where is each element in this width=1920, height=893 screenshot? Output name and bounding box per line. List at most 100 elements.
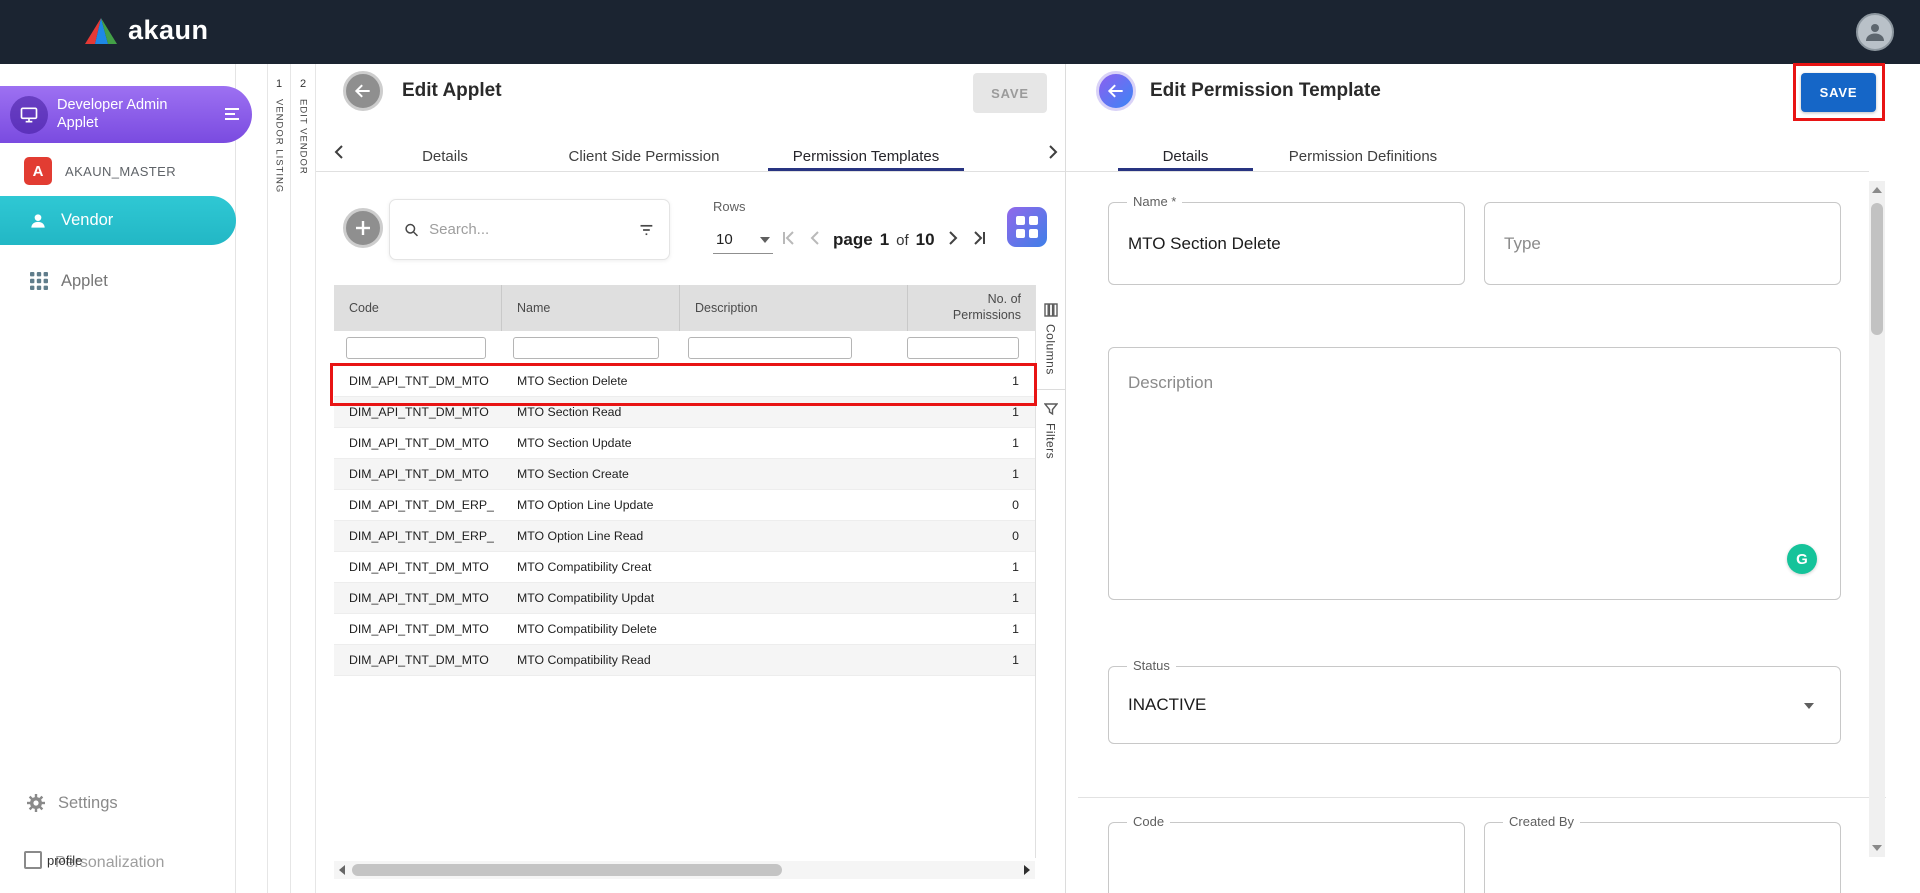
grid-icon	[30, 272, 48, 290]
columns-control[interactable]: Columns	[1044, 303, 1058, 375]
search-box	[389, 199, 670, 260]
column-header-description[interactable]: Description	[680, 285, 908, 331]
layout-grid-button[interactable]	[1007, 207, 1047, 247]
tab-template-details[interactable]: Details	[1118, 144, 1253, 170]
status-select[interactable]: Status INACTIVE	[1108, 666, 1841, 744]
column-header-permissions[interactable]: No. of Permissions	[908, 285, 1035, 331]
cell-code: DIM_API_TNT_DM_MTO	[334, 366, 502, 396]
cell-name: MTO Section Create	[502, 459, 680, 489]
sidebar-item-vendor[interactable]: Vendor	[0, 196, 236, 245]
back-button-template[interactable]	[1096, 71, 1136, 111]
table-row[interactable]: DIM_API_TNT_DM_ERP_ MTO Option Line Read…	[334, 521, 1035, 552]
applet-save-button[interactable]: SAVE	[973, 73, 1047, 113]
table-body: DIM_API_TNT_DM_MTO MTO Section Delete 1 …	[334, 366, 1035, 676]
akaun-logo-icon	[84, 16, 118, 46]
column-header-code[interactable]: Code	[334, 285, 502, 331]
created-by-field[interactable]: Created By	[1484, 822, 1841, 893]
scrollbar-thumb[interactable]	[1871, 203, 1883, 335]
profile-checkbox[interactable]: profile	[24, 851, 82, 869]
filter-list-icon[interactable]	[638, 220, 655, 240]
name-field[interactable]: Name * MTO Section Delete	[1108, 202, 1465, 285]
cell-description	[680, 552, 908, 582]
cell-description	[680, 521, 908, 551]
tab-details[interactable]: Details	[395, 144, 495, 170]
search-input[interactable]	[429, 221, 628, 238]
name-field-value: MTO Section Delete	[1128, 203, 1281, 284]
table-row[interactable]: DIM_API_TNT_DM_MTO MTO Section Delete 1	[334, 366, 1035, 397]
menu-icon[interactable]	[222, 104, 242, 129]
filter-input-permissions[interactable]	[907, 337, 1019, 359]
table-row[interactable]: DIM_API_TNT_DM_MTO MTO Compatibility Cre…	[334, 552, 1035, 583]
scroll-down-icon[interactable]	[1872, 845, 1882, 851]
cell-description	[680, 397, 908, 427]
table-row[interactable]: DIM_API_TNT_DM_MTO MTO Compatibility Rea…	[334, 645, 1035, 676]
cell-description	[680, 645, 908, 675]
table-row[interactable]: DIM_API_TNT_DM_MTO MTO Section Create 1	[334, 459, 1035, 490]
cell-permissions: 1	[908, 614, 1035, 644]
cell-code: DIM_API_TNT_DM_MTO	[334, 614, 502, 644]
cell-code: DIM_API_TNT_DM_MTO	[334, 428, 502, 458]
master-label: AKAUN_MASTER	[65, 164, 176, 179]
table-row[interactable]: DIM_API_TNT_DM_MTO MTO Section Update 1	[334, 428, 1035, 459]
workspace-tab-edit-vendor[interactable]: 2 EDIT VENDOR	[291, 64, 316, 893]
tab-permission-definitions[interactable]: Permission Definitions	[1278, 144, 1448, 170]
sidebar-item-akaun-master[interactable]: A AKAUN_MASTER	[24, 155, 176, 187]
tabs-scroll-right[interactable]	[1042, 142, 1062, 167]
table-header: Code Name Description No. of Permissions	[334, 285, 1035, 331]
cell-code: DIM_API_TNT_DM_ERP_	[334, 521, 502, 551]
scrollbar-thumb[interactable]	[352, 864, 782, 876]
filter-input-code[interactable]	[346, 337, 486, 359]
grammarly-icon[interactable]: G	[1787, 544, 1817, 574]
sidebar	[0, 64, 236, 893]
chevron-right-icon	[1042, 142, 1062, 162]
cell-permissions: 1	[908, 397, 1035, 427]
horizontal-scrollbar[interactable]	[334, 861, 1035, 879]
panel-divider	[1065, 64, 1066, 893]
columns-icon	[1044, 303, 1058, 317]
filter-input-name[interactable]	[513, 337, 659, 359]
cell-description	[680, 428, 908, 458]
user-avatar[interactable]	[1856, 13, 1894, 51]
column-header-name[interactable]: Name	[502, 285, 680, 331]
type-field[interactable]: Type	[1484, 202, 1841, 285]
tab-permission-templates[interactable]: Permission Templates	[768, 144, 964, 170]
filter-input-description[interactable]	[688, 337, 852, 359]
add-button[interactable]	[343, 208, 383, 248]
table-row[interactable]: DIM_API_TNT_DM_MTO MTO Compatibility Del…	[334, 614, 1035, 645]
code-field[interactable]: Code	[1108, 822, 1465, 893]
template-save-button[interactable]: SAVE	[1801, 73, 1876, 112]
settings-label: Settings	[58, 794, 118, 813]
first-page-button[interactable]	[779, 228, 799, 253]
filters-control[interactable]: Filters	[1044, 402, 1058, 459]
tab-client-side-permission[interactable]: Client Side Permission	[544, 144, 744, 170]
sidebar-item-applet[interactable]: Applet	[30, 265, 108, 297]
cell-description	[680, 583, 908, 613]
table-row[interactable]: DIM_API_TNT_DM_ERP_ MTO Option Line Upda…	[334, 490, 1035, 521]
prev-page-button[interactable]	[806, 228, 826, 253]
workspace-tab-vendor-listing[interactable]: 1 VENDOR LISTING	[267, 64, 291, 893]
description-field[interactable]: Description	[1108, 347, 1841, 600]
vertical-scrollbar[interactable]	[1869, 181, 1885, 857]
cell-code: DIM_API_TNT_DM_MTO	[334, 583, 502, 613]
table-row[interactable]: DIM_API_TNT_DM_MTO MTO Compatibility Upd…	[334, 583, 1035, 614]
tabs-divider	[316, 171, 1065, 172]
tabs-scroll-left[interactable]	[330, 142, 350, 167]
cell-code: DIM_API_TNT_DM_MTO	[334, 552, 502, 582]
rows-per-page-select[interactable]: 10	[713, 226, 773, 254]
developer-admin-applet-button[interactable]: Developer Admin Applet	[0, 86, 252, 143]
cell-name: MTO Compatibility Updat	[502, 583, 680, 613]
back-button[interactable]	[343, 71, 383, 111]
scroll-right-icon[interactable]	[1024, 865, 1030, 875]
scroll-up-icon[interactable]	[1872, 187, 1882, 193]
scroll-left-icon[interactable]	[339, 865, 345, 875]
table-row[interactable]: DIM_API_TNT_DM_MTO MTO Section Read 1	[334, 397, 1035, 428]
next-page-button[interactable]	[942, 228, 962, 253]
topbar: akaun	[0, 0, 1920, 64]
cell-name: MTO Option Line Read	[502, 521, 680, 551]
sidebar-item-settings[interactable]: Settings	[26, 788, 118, 818]
last-page-button[interactable]	[969, 228, 989, 253]
cell-permissions: 1	[908, 428, 1035, 458]
vendor-label: Vendor	[61, 211, 113, 230]
sidebar-item-personalization[interactable]: Personalization profile	[0, 845, 236, 883]
chevron-right-icon	[942, 228, 962, 248]
